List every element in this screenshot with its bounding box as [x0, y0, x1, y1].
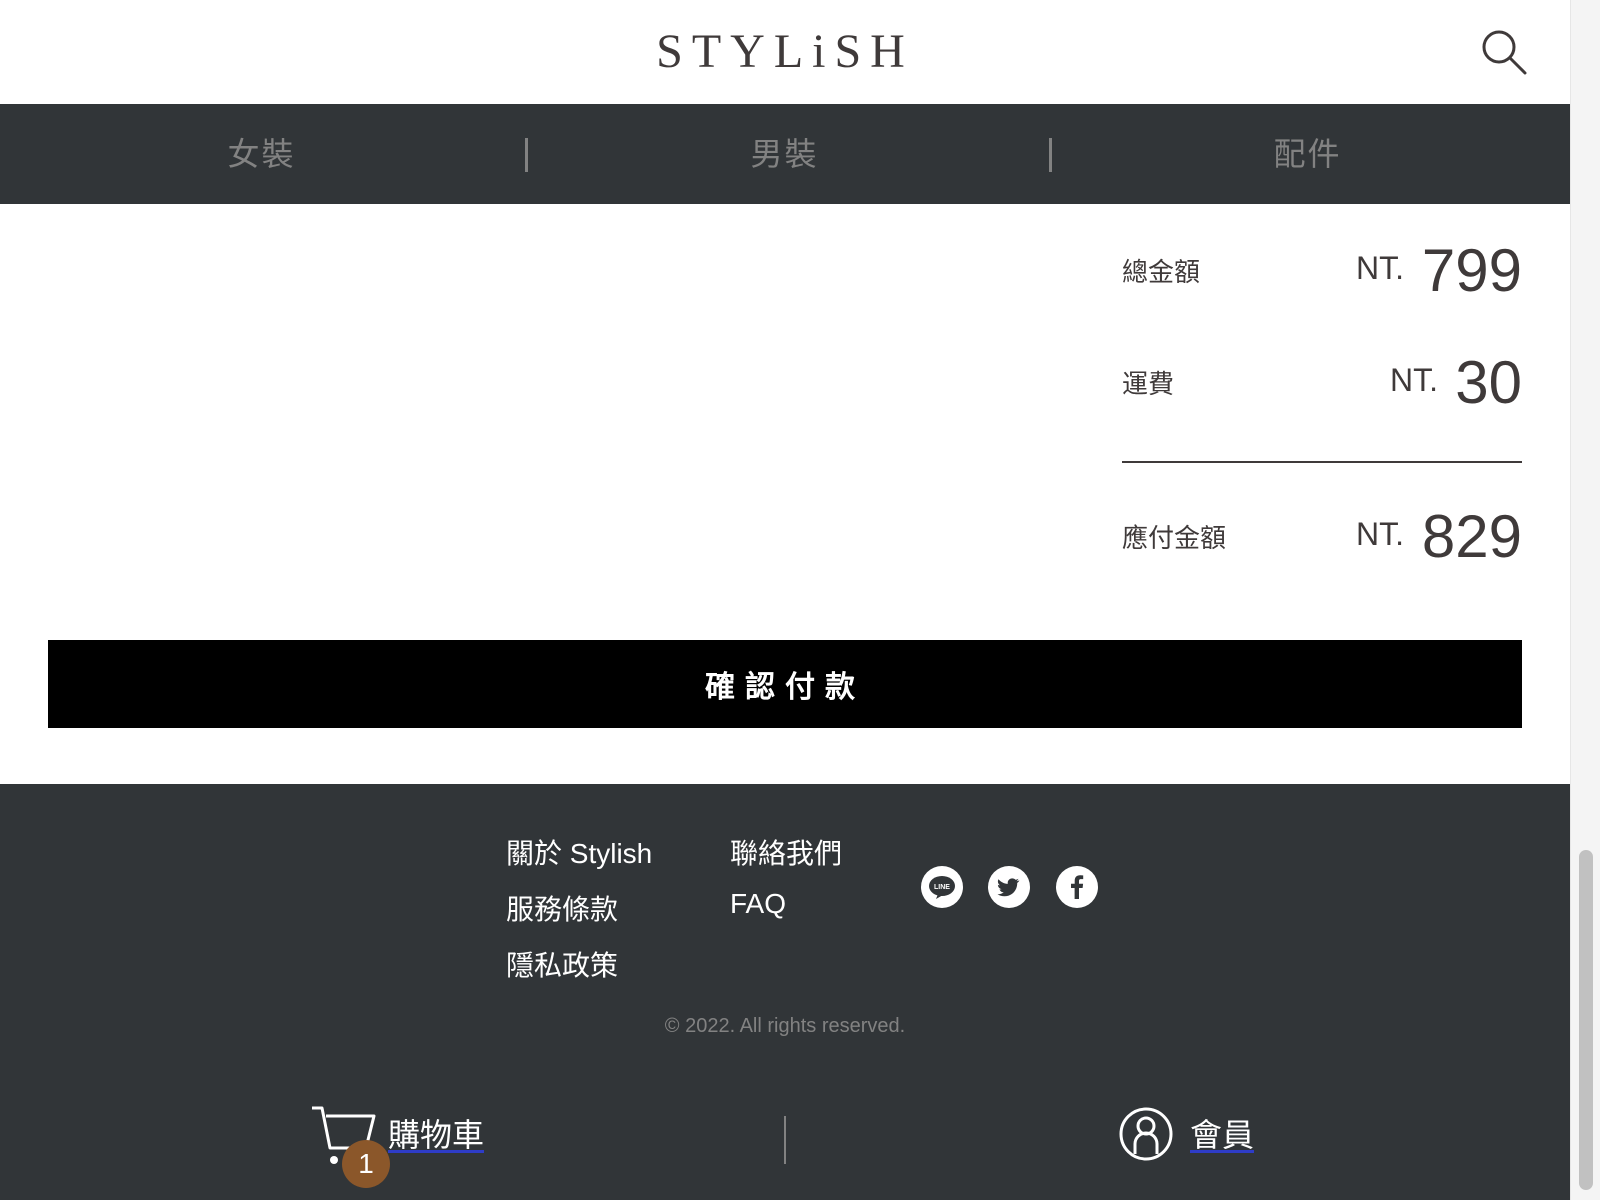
shipping-label: 運費 — [1122, 369, 1175, 399]
shipping-value: 30 — [1455, 349, 1522, 416]
cart-count-badge: 1 — [342, 1140, 390, 1188]
shipping-currency: NT. — [1390, 362, 1438, 398]
shipping-row: 運費 NT. 30 — [1122, 346, 1522, 416]
footer-link-faq[interactable]: FAQ — [730, 888, 786, 920]
total-row: 應付金額 NT. 829 — [1122, 500, 1522, 570]
facebook-icon — [1071, 875, 1084, 899]
line-icon: LINE — [929, 876, 955, 899]
checkout-page: STYLiSH 女裝 男裝 配件 總金額 NT. 799 運費 NT. 30 應… — [0, 0, 1570, 1200]
nav-item-accessories[interactable]: 配件 — [1046, 104, 1569, 204]
summary-divider — [1122, 461, 1522, 463]
category-nav: 女裝 男裝 配件 — [0, 104, 1570, 204]
nav-item-men[interactable]: 男裝 — [523, 104, 1046, 204]
site-logo[interactable]: STYLiSH — [0, 22, 1570, 82]
member-link[interactable]: 會員 — [1118, 1102, 1268, 1176]
line-button[interactable]: LINE — [921, 866, 963, 908]
page-scrollbar[interactable] — [1570, 0, 1600, 1200]
footer: 關於 Stylish 服務條款 隱私政策 聯絡我們 FAQ LINE © 202… — [0, 784, 1570, 1200]
cart-link[interactable]: 購物車 — [308, 1102, 508, 1176]
search-button[interactable] — [1478, 26, 1530, 78]
facebook-button[interactable] — [1056, 866, 1098, 908]
nav-item-women[interactable]: 女裝 — [0, 104, 523, 204]
cart-label: 購物車 — [388, 1117, 485, 1153]
member-label: 會員 — [1190, 1117, 1255, 1153]
twitter-button[interactable] — [988, 866, 1030, 908]
total-label: 應付金額 — [1122, 523, 1227, 553]
copyright-text: © 2022. All rights reserved. — [664, 1015, 906, 1037]
bottom-bar-divider — [784, 1116, 786, 1164]
total-value: 829 — [1421, 503, 1522, 570]
subtotal-row: 總金額 NT. 799 — [1122, 234, 1522, 304]
line-icon-text: LINE — [934, 884, 950, 891]
total-currency: NT. — [1356, 516, 1404, 552]
twitter-icon — [997, 878, 1020, 897]
footer-link-about[interactable]: 關於 Stylish — [506, 832, 652, 872]
subtotal-currency: NT. — [1356, 250, 1404, 286]
subtotal-label: 總金額 — [1122, 257, 1201, 287]
member-icon — [1119, 1107, 1173, 1161]
footer-link-privacy[interactable]: 隱私政策 — [506, 944, 618, 984]
search-icon — [1482, 30, 1527, 75]
footer-link-contact[interactable]: 聯絡我們 — [730, 832, 842, 872]
footer-link-terms[interactable]: 服務條款 — [506, 888, 618, 928]
header: STYLiSH — [0, 0, 1570, 104]
subtotal-value: 799 — [1421, 237, 1522, 304]
confirm-payment-button[interactable]: 確認付款 — [48, 640, 1522, 728]
scrollbar-thumb[interactable] — [1579, 850, 1593, 1190]
